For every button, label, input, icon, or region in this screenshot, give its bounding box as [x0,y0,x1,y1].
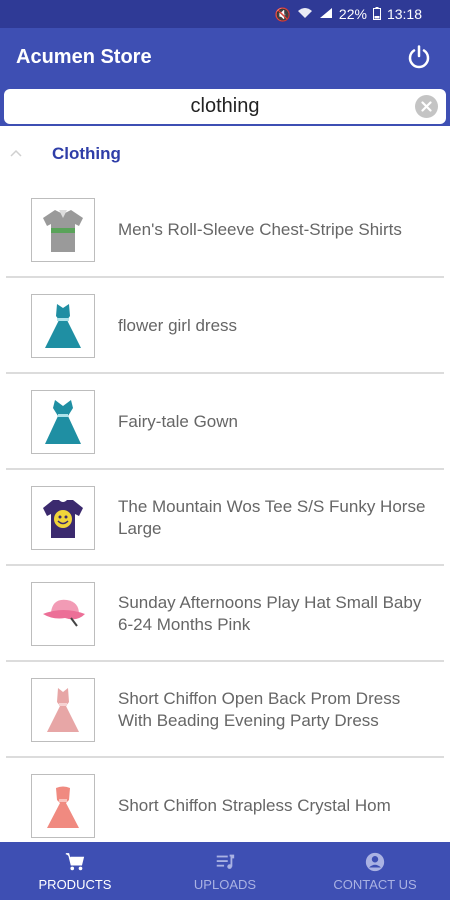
nav-products-label: PRODUCTS [38,876,112,892]
hat-icon [43,599,85,627]
product-thumbnail [31,390,95,454]
product-thumbnail [31,582,95,646]
product-thumbnail [31,678,95,742]
dress-icon [47,786,79,828]
dress-icon [45,304,81,348]
gown-icon [45,400,81,444]
cart-icon [65,852,85,870]
status-bar: 🔇 22% 13:18 [0,0,450,28]
nav-contact[interactable]: CONTACT US [300,842,450,900]
nav-contact-label: CONTACT US [333,876,417,892]
product-name: Sunday Afternoons Play Hat Small Baby 6-… [118,593,422,634]
product-item[interactable]: Sunday Afternoons Play Hat Small Baby 6-… [0,566,450,662]
product-name: Short Chiffon Strapless Crystal Hom [118,796,391,815]
battery-percent: 22% [338,6,367,22]
app-bar: Acumen Store [0,28,450,86]
product-name: flower girl dress [118,316,238,335]
product-thumbnail [31,294,95,358]
nav-products[interactable]: PRODUCTS [0,842,150,900]
signal-icon [319,7,333,21]
product-item[interactable]: Men's Roll-Sleeve Chest-Stripe Shirts [0,182,450,278]
account-circle-icon [365,852,385,871]
product-name: Fairy-tale Gown [118,412,238,431]
category-header[interactable]: Clothing [0,128,450,180]
chevron-up-icon [10,149,22,157]
mute-icon: 🔇 [274,6,291,22]
product-name: The Mountain Wos Tee S/S Funky Horse Lar… [118,497,426,538]
nav-uploads[interactable]: UPLOADS [150,842,300,900]
search-bar [0,86,450,126]
product-list: Men's Roll-Sleeve Chest-Stripe Shirts fl… [0,182,450,854]
tshirt-icon [43,500,83,538]
product-item[interactable]: Short Chiffon Strapless Crystal Hom [0,758,450,854]
shirt-icon [43,210,83,252]
clear-search-icon[interactable] [415,95,438,118]
product-item[interactable]: Fairy-tale Gown [0,374,450,470]
dress-icon [47,688,79,732]
battery-icon [372,6,381,22]
category-title: Clothing [52,144,121,163]
product-thumbnail [31,486,95,550]
bottom-nav: PRODUCTS UPLOADS CONTACT US [0,842,450,900]
search-input[interactable] [4,89,446,124]
search-box [4,89,446,124]
product-item[interactable]: flower girl dress [0,278,450,374]
power-icon[interactable] [404,42,434,72]
product-thumbnail [31,774,95,838]
product-name: Short Chiffon Open Back Prom Dress With … [118,689,401,730]
product-item[interactable]: The Mountain Wos Tee S/S Funky Horse Lar… [0,470,450,566]
product-thumbnail [31,198,95,262]
playlist-icon [216,854,235,869]
product-item[interactable]: Short Chiffon Open Back Prom Dress With … [0,662,450,758]
status-time: 13:18 [386,6,422,22]
nav-uploads-label: UPLOADS [193,876,257,892]
wifi-icon [297,7,313,21]
app-title: Acumen Store [16,45,152,68]
product-name: Men's Roll-Sleeve Chest-Stripe Shirts [118,220,402,239]
